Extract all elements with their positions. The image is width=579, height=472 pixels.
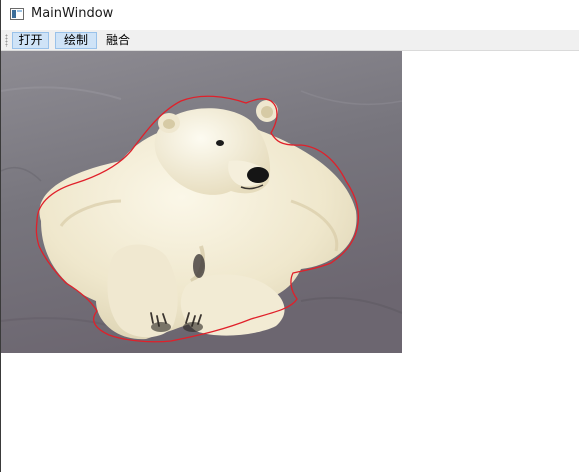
blend-button[interactable]: 融合 [101,32,135,49]
image-canvas[interactable] [1,51,402,353]
app-window-icon [10,8,24,20]
title-bar[interactable]: MainWindow [1,0,579,30]
draw-button[interactable]: 绘制 [55,32,97,49]
polar-bear-photo [1,51,402,353]
toolbar: 打开 绘制 融合 [1,30,579,51]
toolbar-grip-handle[interactable] [5,34,8,47]
main-window: MainWindow 打开 绘制 融合 [0,0,579,472]
open-button[interactable]: 打开 [12,32,49,49]
window-title: MainWindow [31,6,114,21]
